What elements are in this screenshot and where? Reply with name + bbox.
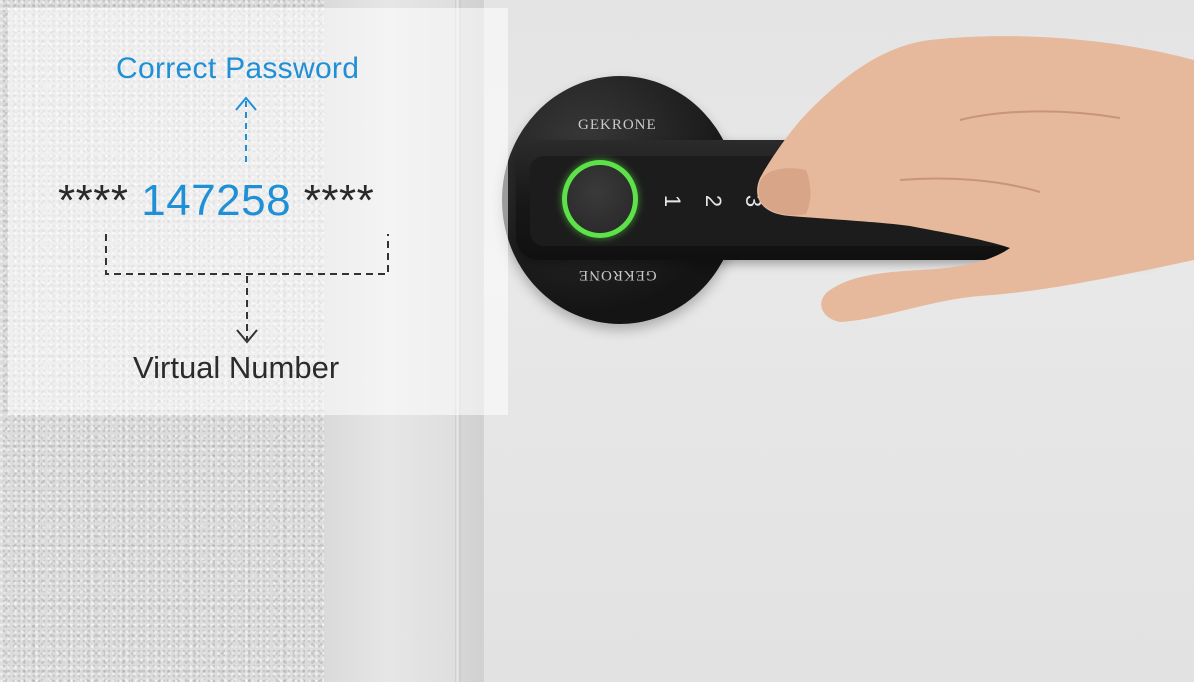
password-digits: 147258: [141, 176, 292, 225]
mask-left: ****: [58, 176, 129, 225]
correct-password-label: Correct Password: [116, 52, 360, 85]
bracket-lines: [105, 234, 389, 275]
password-sequence: **** 147258 ****: [58, 176, 374, 226]
mask-right: ****: [303, 176, 375, 225]
virtual-number-label: Virtual Number: [133, 350, 340, 385]
